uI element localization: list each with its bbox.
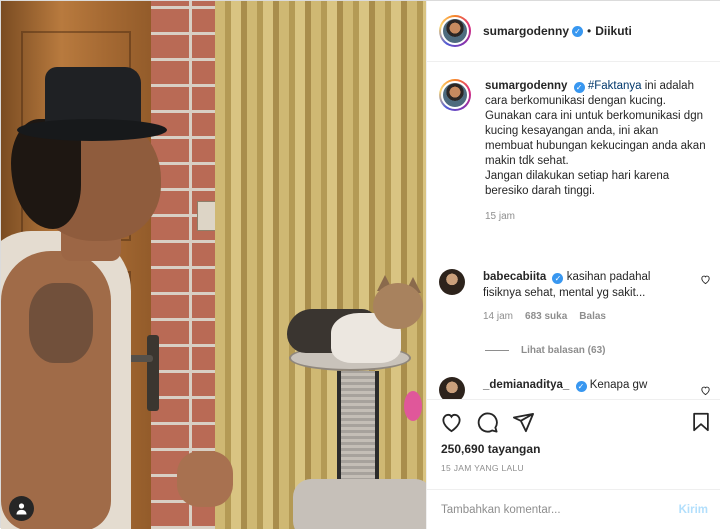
bookmark-icon[interactable]: [689, 410, 713, 434]
view-count[interactable]: 250,690 tayangan: [441, 442, 540, 456]
post-header: sumargodenny ✓ • Diikuti: [427, 1, 720, 62]
post-timestamp[interactable]: 15 JAM YANG LALU: [441, 463, 524, 473]
hashtag-link[interactable]: #Faktanya: [588, 80, 642, 92]
verified-icon: ✓: [573, 82, 585, 93]
post-video[interactable]: [1, 1, 426, 529]
post-actions: 250,690 tayangan 15 JAM YANG LALU: [427, 399, 720, 489]
comment-item: _demianaditya_ ✓ Kenapa gw: [439, 377, 711, 399]
comment-timestamp[interactable]: 14 jam: [483, 309, 513, 325]
comment-body: _demianaditya_ ✓ Kenapa gw: [483, 377, 683, 399]
verified-icon: ✓: [552, 273, 564, 284]
view-replies-label: Lihat balasan (63): [521, 345, 606, 356]
post-sidebar: sumargodenny ✓ • Diikuti sumargodenny ✓ …: [426, 1, 720, 529]
author-username[interactable]: sumargodenny: [483, 24, 569, 38]
post-comment-button[interactable]: Kirim: [679, 504, 708, 516]
arm-tattoo: [29, 283, 93, 363]
pink-cat-toy: [404, 391, 422, 421]
caption-line: Jangan dilakukan setiap hari karena bere…: [485, 170, 670, 197]
curtain: [215, 1, 426, 529]
cat-head: [373, 283, 423, 329]
cat-stand-base: [293, 479, 426, 529]
fedora-brim: [17, 119, 167, 141]
author-avatar[interactable]: [439, 15, 471, 47]
comment-input[interactable]: [441, 503, 679, 516]
comment-likes[interactable]: 683 suka: [525, 309, 567, 325]
commenter-username[interactable]: babecabiita: [483, 271, 546, 283]
door-handle: [147, 335, 159, 411]
share-send-icon[interactable]: [511, 410, 535, 434]
caption-line: Gunakan cara ini untuk berkomunikasi dgn…: [485, 110, 706, 167]
caption-text: sumargodenny ✓ #Faktanya ini adalah cara…: [485, 79, 709, 224]
wall-switch: [197, 201, 217, 231]
replies-divider: [485, 350, 509, 351]
instagram-post-modal: sumargodenny ✓ • Diikuti sumargodenny ✓ …: [0, 0, 720, 529]
comment-body: babecabiita ✓ kasihan padahal fisiknya s…: [483, 269, 683, 325]
comment-text: Kenapa gw: [589, 379, 648, 391]
like-comment-heart-icon[interactable]: [700, 385, 711, 399]
tagged-user-icon[interactable]: [9, 496, 34, 521]
comment-bubble-icon[interactable]: [475, 410, 499, 434]
following-button[interactable]: Diikuti: [595, 24, 632, 38]
caption-author-username[interactable]: sumargodenny: [485, 80, 567, 92]
caption-author-avatar[interactable]: [439, 79, 471, 111]
like-heart-icon[interactable]: [439, 410, 463, 434]
reply-button[interactable]: Balas: [579, 309, 606, 325]
comment-meta: 14 jam 683 suka Balas: [483, 309, 683, 325]
comments-list[interactable]: sumargodenny ✓ #Faktanya ini adalah cara…: [427, 63, 720, 399]
comment-item: babecabiita ✓ kasihan padahal fisiknya s…: [439, 269, 711, 325]
add-comment-bar: Kirim: [427, 489, 720, 529]
commenter-username[interactable]: _demianaditya_: [483, 379, 569, 391]
view-replies-button[interactable]: Lihat balasan (63): [485, 345, 605, 356]
person-hand: [177, 451, 233, 507]
like-comment-heart-icon[interactable]: [700, 274, 711, 288]
verified-icon: ✓: [572, 25, 584, 37]
commenter-avatar[interactable]: [439, 377, 465, 399]
caption-timestamp[interactable]: 15 jam: [485, 209, 709, 224]
separator-dot: •: [587, 24, 592, 38]
verified-icon: ✓: [575, 381, 587, 392]
commenter-avatar[interactable]: [439, 269, 465, 295]
post-caption: sumargodenny ✓ #Faktanya ini adalah cara…: [439, 79, 709, 224]
